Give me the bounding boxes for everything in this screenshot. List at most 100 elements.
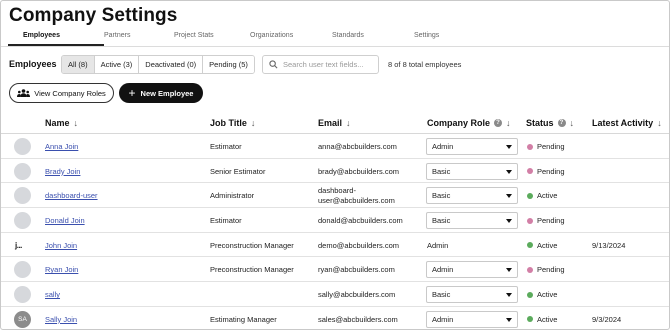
job-title: Senior Estimator	[210, 166, 266, 176]
job-title: Preconstruction Manager	[210, 265, 294, 275]
job-title: Estimating Manager	[210, 314, 277, 324]
column-header-email[interactable]: Email ↓	[318, 118, 351, 128]
filter-deactivated-button[interactable]: Deactivated (0)	[139, 56, 204, 73]
email: sally@abcbuilders.com	[318, 290, 396, 300]
company-role-value: Admin	[432, 314, 454, 324]
status-dot-icon	[527, 316, 533, 323]
status-dot-icon	[527, 217, 533, 224]
employee-name-link[interactable]: Anna Join	[45, 142, 78, 151]
avatar	[14, 138, 31, 155]
table-row: SA Sally Join Estimating Manager sales@abcb…	[1, 307, 669, 329]
chevron-down-icon	[506, 317, 512, 322]
table-header: Name ↓ Job Title ↓ Email ↓ Company Role? ↓ S…	[1, 111, 669, 134]
tab-organizations[interactable]: Organizations	[250, 32, 293, 39]
chevron-down-icon	[506, 145, 512, 149]
avatar	[14, 162, 31, 180]
status-dot-icon	[527, 291, 533, 298]
plus-icon: +	[128, 86, 136, 100]
status-label: Pending	[537, 142, 565, 151]
table-row: j... John Join Preconstruction Manager demo…	[1, 233, 669, 258]
table-row: Ryan Join Preconstruction Manager ryan@abc…	[1, 257, 669, 283]
search-icon	[269, 60, 278, 69]
latest-activity: 9/3/2024	[592, 314, 622, 324]
status-label: Active	[537, 314, 558, 324]
employee-name-link[interactable]: Ryan Join	[45, 265, 78, 274]
column-header-status[interactable]: Status? ↓	[526, 118, 574, 128]
employee-name-link[interactable]: Sally Join	[45, 315, 77, 324]
view-company-roles-button[interactable]: View Company Roles	[9, 83, 114, 103]
column-header-latest-activity[interactable]: Latest Activity ↓	[592, 118, 662, 128]
employee-name-link[interactable]: sally	[45, 290, 60, 299]
email: donald@abcbuilders.com	[318, 216, 403, 226]
search-box[interactable]	[262, 55, 379, 74]
company-role-select[interactable]: Admin	[426, 138, 518, 155]
chevron-down-icon	[506, 194, 512, 199]
status-badge: Pending	[527, 265, 565, 274]
sort-arrow-icon: ↓	[73, 118, 79, 128]
help-icon[interactable]: ?	[557, 119, 566, 127]
avatar	[14, 187, 31, 205]
email: user@abcbuilders.com	[318, 196, 395, 206]
job-title: Estimator	[210, 216, 242, 226]
filter-active-button[interactable]: Active (3)	[94, 56, 140, 73]
sort-arrow-icon: ↓	[657, 118, 662, 128]
company-role-select[interactable]: Admin	[426, 261, 518, 279]
filter-pending-button[interactable]: Pending (5)	[203, 56, 254, 73]
company-role-value: Admin	[432, 265, 454, 275]
status-filter-group: All (8) Active (3) Deactivated (0) Pendi…	[61, 55, 255, 74]
company-role-select[interactable]: Basic	[426, 162, 518, 180]
company-role-value: Admin	[427, 240, 449, 250]
tab-settings[interactable]: Settings	[414, 32, 439, 39]
status-badge: Active	[527, 290, 557, 299]
email: sales@abcbuilders.com	[318, 314, 398, 324]
new-employee-button[interactable]: + New Employee	[119, 83, 203, 103]
table-row: sally sally@abcbuilders.com Basic Active	[1, 282, 669, 307]
company-settings-panel: Company Settings Employees Partners Proj…	[0, 0, 670, 330]
email: dashboard-	[318, 186, 356, 196]
status-dot-icon	[527, 266, 533, 273]
filter-all-button[interactable]: All (8)	[62, 56, 95, 73]
sort-arrow-icon: ↓	[506, 118, 511, 128]
company-role-select[interactable]: Admin	[426, 310, 518, 328]
sort-arrow-icon: ↓	[250, 118, 256, 128]
column-header-company-role[interactable]: Company Role? ↓	[427, 118, 511, 128]
active-tab-indicator	[8, 44, 104, 46]
email: brady@abcbuilders.com	[318, 166, 399, 176]
chevron-down-icon	[506, 293, 512, 298]
status-badge: Active	[527, 191, 557, 200]
email: demo@abcbuilders.com	[318, 240, 399, 250]
help-icon[interactable]: ?	[494, 119, 503, 127]
employee-name-link[interactable]: John Join	[45, 241, 77, 250]
status-badge: Active	[527, 241, 557, 250]
email: ryan@abcbuilders.com	[318, 265, 395, 275]
company-role-select[interactable]: Basic	[426, 286, 518, 304]
chevron-down-icon	[506, 169, 512, 174]
status-label: Pending	[537, 216, 565, 226]
avatar: SA	[14, 310, 31, 328]
column-header-name[interactable]: Name ↓	[45, 118, 78, 128]
status-badge: Pending	[527, 216, 565, 225]
sort-arrow-icon: ↓	[569, 118, 575, 128]
tab-employees[interactable]: Employees	[23, 32, 60, 39]
employee-count: 8 of 8 total employees	[388, 60, 462, 69]
avatar	[14, 261, 31, 279]
employee-name-link[interactable]: Donald Join	[45, 216, 85, 225]
people-icon	[17, 89, 31, 97]
table-row: Anna Join Estimator anna@abcbuilders.com Ad…	[1, 134, 669, 159]
company-role-select[interactable]: Basic	[426, 212, 518, 230]
tab-project-stats[interactable]: Project Stats	[174, 32, 214, 39]
search-input[interactable]	[283, 60, 378, 69]
status-badge: Pending	[527, 142, 565, 151]
new-employee-label: New Employee	[140, 88, 194, 98]
job-title: Preconstruction Manager	[210, 240, 294, 250]
status-label: Pending	[537, 265, 565, 275]
status-dot-icon	[527, 192, 533, 199]
employee-name-link[interactable]: Brady Join	[45, 167, 80, 176]
company-role-select[interactable]: Basic	[426, 187, 518, 205]
status-badge: Active	[527, 315, 557, 324]
company-role-value: Basic	[432, 191, 451, 201]
tab-partners[interactable]: Partners	[104, 32, 130, 39]
employee-name-link[interactable]: dashboard-user	[45, 191, 98, 200]
tab-standards[interactable]: Standards	[332, 32, 364, 39]
column-header-job-title[interactable]: Job Title ↓	[210, 118, 255, 128]
